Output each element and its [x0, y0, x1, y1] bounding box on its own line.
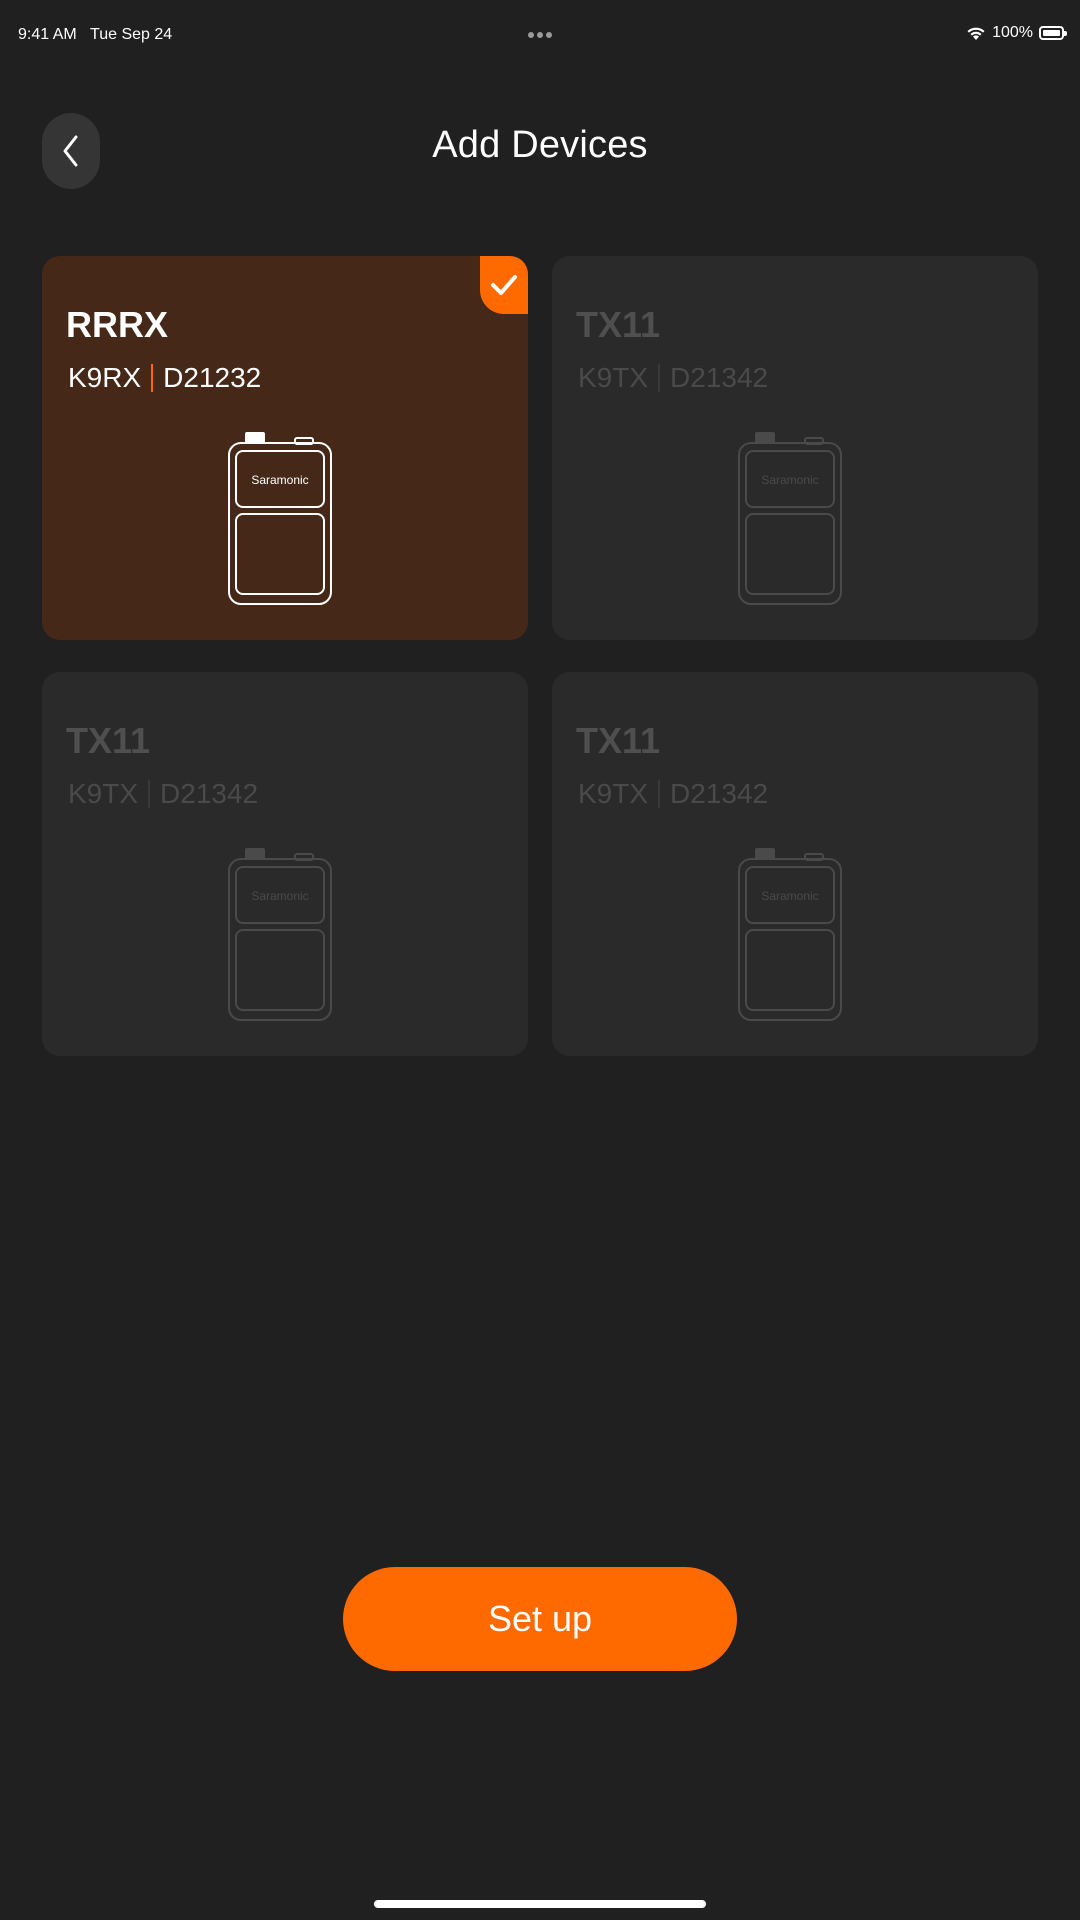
home-indicator[interactable]	[374, 1900, 706, 1908]
setup-button[interactable]: Set up	[343, 1567, 737, 1671]
device-meta: K9TX D21342	[578, 362, 768, 394]
device-meta: K9TX D21342	[578, 778, 768, 810]
device-model: K9TX	[68, 778, 139, 809]
device-card[interactable]: RRRX K9RX D21232 Saramonic	[42, 256, 528, 640]
device-meta: K9RX D21232	[68, 362, 261, 394]
status-clock: 9:41 AM	[18, 26, 77, 43]
check-icon	[491, 275, 517, 295]
device-serial: D21342	[670, 778, 769, 809]
device-model: K9RX	[68, 362, 142, 393]
device-card[interactable]: TX11 K9TX D21342 Saramonic	[552, 672, 1038, 1056]
device-brand: Saramonic	[761, 889, 818, 903]
device-name: TX11	[576, 720, 661, 761]
meta-divider	[658, 364, 661, 392]
device-brand: Saramonic	[251, 473, 308, 487]
status-indicators: 100%	[966, 24, 1067, 42]
meta-divider	[658, 780, 661, 808]
battery-fill	[1043, 30, 1060, 36]
device-serial: D21342	[670, 362, 769, 393]
device-brand: Saramonic	[251, 889, 308, 903]
battery-percent: 100%	[992, 24, 1033, 41]
wifi-icon	[967, 27, 985, 40]
device-model: K9TX	[578, 362, 649, 393]
device-model: K9TX	[578, 778, 649, 809]
page-title: Add Devices	[432, 124, 648, 166]
device-serial: D21232	[163, 362, 262, 393]
receiver-device-icon: Saramonic	[228, 432, 332, 605]
device-name: RRRX	[66, 304, 169, 345]
device-brand: Saramonic	[761, 473, 818, 487]
transmitter-device-icon: Saramonic	[738, 432, 842, 605]
device-card[interactable]: TX11 K9TX D21342 Saramonic	[42, 672, 528, 1056]
device-name: TX11	[66, 720, 151, 761]
battery-icon	[1039, 26, 1067, 40]
device-serial: D21342	[160, 778, 259, 809]
status-date: Tue Sep 24	[90, 26, 173, 43]
status-time: 9:41 AM Tue Sep 24	[18, 26, 172, 44]
meta-divider	[148, 780, 151, 808]
meta-divider	[151, 364, 154, 392]
device-name: TX11	[576, 304, 661, 345]
device-meta: K9TX D21342	[68, 778, 258, 810]
transmitter-device-icon: Saramonic	[228, 848, 332, 1021]
transmitter-device-icon: Saramonic	[738, 848, 842, 1021]
multitasking-dots-icon[interactable]	[528, 32, 552, 42]
status-bar: 9:41 AM Tue Sep 24 100%	[0, 0, 1080, 74]
selected-badge	[480, 256, 528, 314]
device-card[interactable]: TX11 K9TX D21342 Saramonic	[552, 256, 1038, 640]
